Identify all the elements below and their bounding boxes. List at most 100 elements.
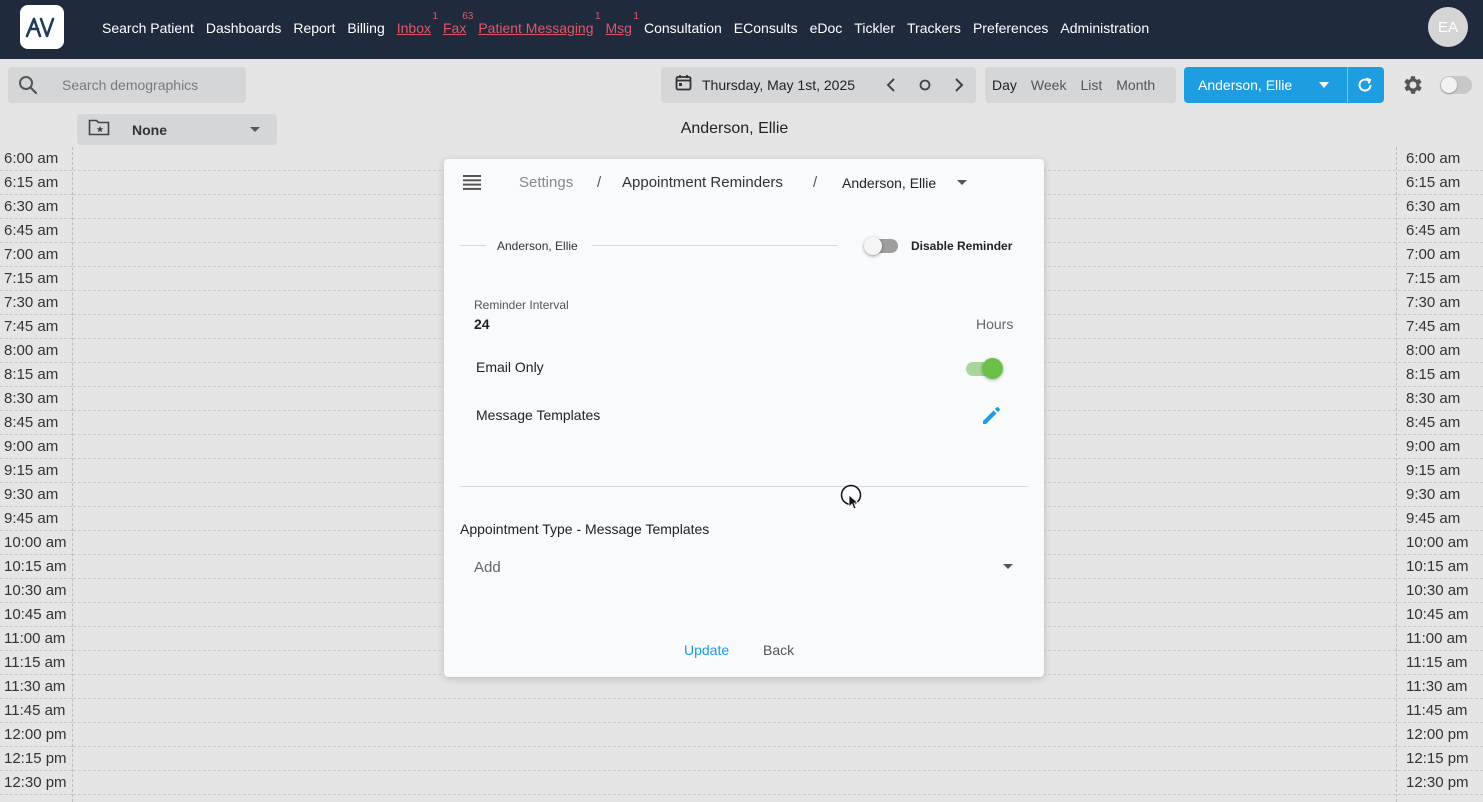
time-slot-label: 9:45 am [1398, 507, 1483, 531]
view-list-button[interactable]: List [1080, 77, 1102, 93]
mouse-cursor-icon [840, 484, 864, 517]
provider-select-label: Anderson, Ellie [1198, 77, 1293, 93]
nav-trackers[interactable]: Trackers [907, 20, 961, 36]
toggle-thumb [864, 237, 882, 255]
view-week-button[interactable]: Week [1031, 77, 1067, 93]
time-slot-label: 10:15 am [1398, 555, 1483, 579]
nav-report[interactable]: Report [293, 20, 335, 36]
provider-select[interactable]: Anderson, Ellie [1184, 67, 1384, 103]
time-slot-label: 9:45 am [0, 507, 72, 531]
view-day-button[interactable]: Day [992, 77, 1017, 93]
time-slot-label: 9:00 am [0, 435, 72, 459]
nav-item-label: Dashboards [205, 19, 282, 36]
nav-dashboards[interactable]: Dashboards [206, 20, 282, 36]
nav-fax[interactable]: Fax 63 [443, 11, 473, 36]
time-slot-label: 6:30 am [1398, 195, 1483, 219]
section-divider [460, 486, 1028, 487]
previous-day-chevron-icon[interactable] [882, 76, 900, 94]
nav-item-label: Preferences [972, 19, 1049, 36]
grid-row-line [73, 794, 1396, 795]
nav-edoc[interactable]: eDoc [810, 20, 843, 36]
time-slot-label: 12:00 pm [1398, 723, 1483, 747]
time-slot-label: 12:15 pm [1398, 747, 1483, 771]
disable-reminder-toggle[interactable] [864, 237, 900, 255]
update-button[interactable]: Update [684, 642, 729, 658]
grid-row-line [73, 722, 1396, 723]
logo-icon [25, 17, 55, 38]
theme-toggle[interactable] [1440, 76, 1472, 94]
refresh-icon[interactable] [1356, 76, 1374, 97]
breadcrumb-appointment-reminders[interactable]: Appointment Reminders [622, 174, 783, 191]
nav-msg[interactable]: Msg 1 [606, 11, 639, 36]
time-slot-label: 10:30 am [0, 579, 72, 603]
message-templates-label: Message Templates [476, 407, 601, 423]
time-slot-label: 10:45 am [0, 603, 72, 627]
time-slot-label: 11:00 am [0, 627, 72, 651]
appointment-type-templates-label: Appointment Type - Message Templates [460, 521, 710, 537]
time-slot-label: 10:00 am [0, 531, 72, 555]
hamburger-menu-icon[interactable] [463, 175, 481, 195]
nav-item-label: Billing [347, 19, 385, 36]
search-demographics-input[interactable] [62, 77, 232, 93]
breadcrumb-separator: / [813, 174, 818, 191]
nav-tickler[interactable]: Tickler [854, 20, 895, 36]
current-date[interactable]: Thursday, May 1st, 2025 [702, 77, 855, 93]
calendar-icon[interactable] [675, 74, 692, 96]
appointment-type-placeholder: Add [474, 559, 501, 576]
app-logo[interactable] [20, 5, 64, 49]
gear-icon[interactable] [1400, 73, 1424, 102]
top-nav-bar: Search Patient Dashboards Report Billing Inb… [0, 0, 1483, 59]
email-only-toggle[interactable] [964, 358, 1006, 380]
time-slot-label: 8:00 am [0, 339, 72, 363]
caret-down-icon [250, 127, 260, 132]
time-slot-label: 8:15 am [0, 363, 72, 387]
disable-reminder-label: Disable Reminder [911, 239, 1013, 253]
time-slot-label: 6:15 am [1398, 171, 1483, 195]
caret-down-icon[interactable] [957, 180, 967, 185]
appointment-type-select[interactable]: Add [460, 551, 1028, 583]
nav-item-label: Administration [1060, 19, 1150, 36]
pencil-edit-icon[interactable] [981, 405, 1002, 431]
nav-patient-messaging[interactable]: Patient Messaging 1 [478, 11, 600, 36]
main-menu: Search Patient Dashboards Report Billing Inb… [102, 0, 1149, 55]
time-slot-label: 10:30 am [1398, 579, 1483, 603]
time-slot-label: 7:15 am [1398, 267, 1483, 291]
time-slot-label: 11:00 am [1398, 627, 1483, 651]
breadcrumb-provider-select[interactable]: Anderson, Ellie [842, 175, 936, 191]
nav-inbox[interactable]: Inbox 1 [397, 11, 438, 36]
folder-select[interactable]: None [77, 114, 277, 145]
time-column-right: 6:00 am 6:15 am 6:30 am 6:45 am 7:00 am 7:15 … [1398, 147, 1483, 795]
time-slot-label: 12:00 pm [0, 723, 72, 747]
search-icon[interactable] [8, 75, 48, 95]
folder-star-icon [88, 118, 110, 141]
view-month-button[interactable]: Month [1116, 77, 1155, 93]
time-slot-label: 12:30 pm [1398, 771, 1483, 795]
time-slot-label: 6:00 am [0, 147, 72, 171]
nav-item-label: EConsults [733, 19, 798, 36]
time-slot-label: 6:30 am [0, 195, 72, 219]
nav-search-patient[interactable]: Search Patient [102, 20, 194, 36]
nav-billing[interactable]: Billing [347, 20, 384, 36]
time-slot-label: 6:15 am [0, 171, 72, 195]
back-button[interactable]: Back [763, 642, 794, 658]
user-avatar[interactable]: EA [1428, 7, 1468, 47]
nav-econsults[interactable]: EConsults [734, 20, 798, 36]
caret-down-icon[interactable] [1319, 82, 1329, 88]
nav-item-label: Report [293, 19, 336, 36]
section-divider [592, 245, 837, 246]
nav-administration[interactable]: Administration [1060, 20, 1149, 36]
time-slot-label: 7:15 am [0, 267, 72, 291]
search-box [8, 67, 246, 103]
view-toggle-group: Day Week List Month [985, 67, 1176, 103]
nav-consultation[interactable]: Consultation [644, 20, 722, 36]
reminder-interval-input[interactable] [474, 316, 594, 332]
nav-preferences[interactable]: Preferences [973, 20, 1048, 36]
breadcrumb-settings[interactable]: Settings [519, 174, 573, 191]
time-slot-label: 11:15 am [1398, 651, 1483, 675]
time-slot-label: 11:15 am [0, 651, 72, 675]
next-day-chevron-icon[interactable] [950, 76, 968, 94]
time-slot-label: 10:45 am [1398, 603, 1483, 627]
today-circle-icon[interactable] [916, 76, 934, 94]
time-slot-label: 10:00 am [1398, 531, 1483, 555]
time-slot-label: 9:30 am [0, 483, 72, 507]
